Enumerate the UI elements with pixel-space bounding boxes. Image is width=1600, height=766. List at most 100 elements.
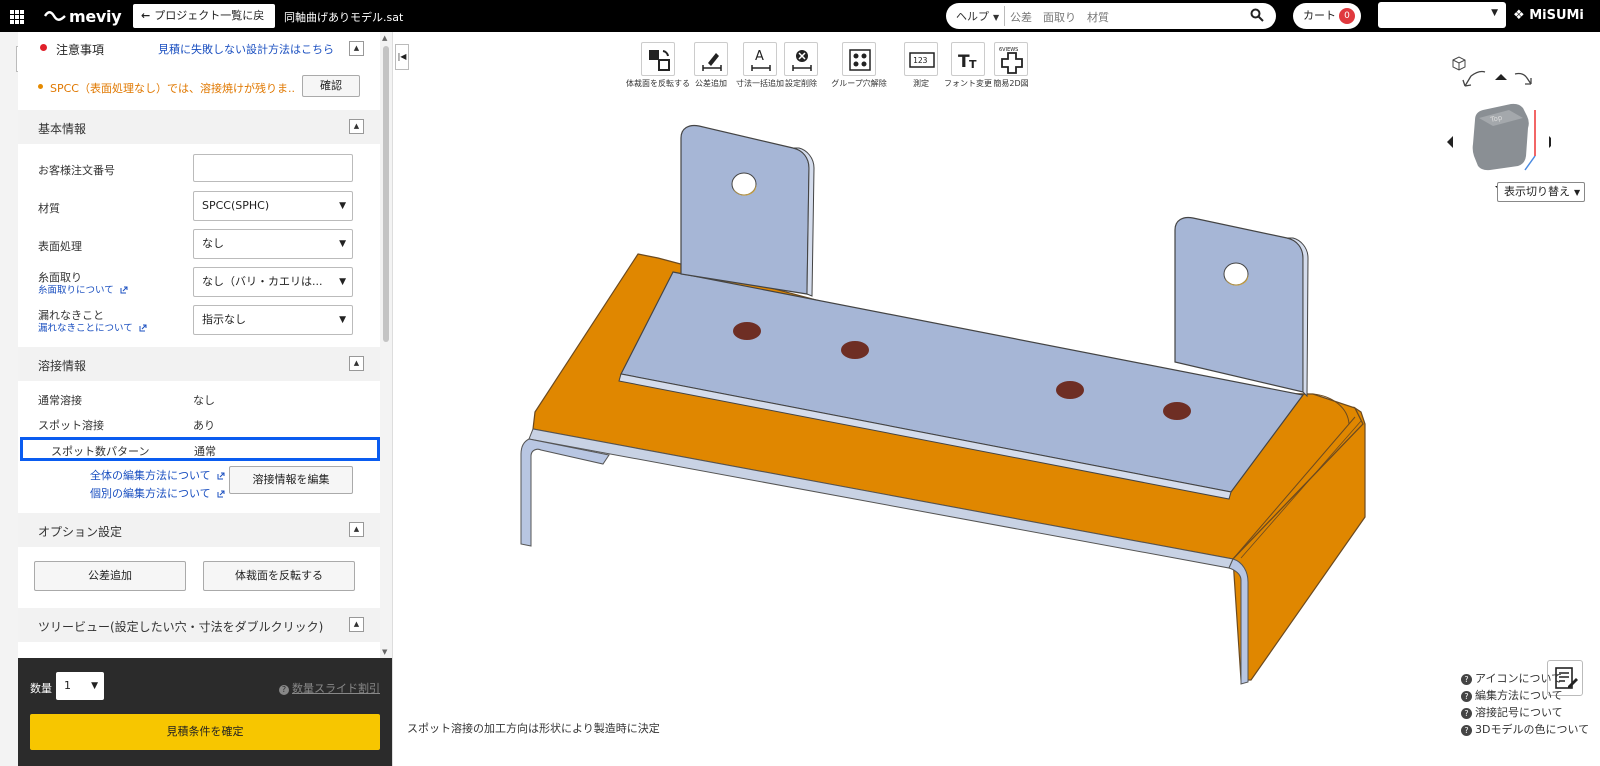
spot-weld-mark[interactable] (1056, 381, 1084, 399)
tool-font[interactable]: T T フォント変更 (941, 42, 995, 89)
chevron-down-icon: ▼ (1574, 188, 1581, 197)
panel-scrollbar[interactable]: ▲ ▼ (381, 32, 391, 658)
help-link-model-colors[interactable]: ? 3Dモデルの色について (1461, 721, 1589, 738)
chevron-down-icon: ▼ (339, 239, 346, 249)
chevron-down-icon: ▼ (993, 13, 1000, 22)
spot-weld-mark[interactable] (733, 322, 761, 340)
order-no-input[interactable] (193, 154, 353, 182)
tool-flip-face[interactable]: 体裁面を反転する (623, 42, 693, 89)
flip-face-icon (649, 50, 670, 71)
collapse-panel-icon[interactable]: |◀ (395, 44, 409, 70)
basic-info-header[interactable]: 基本情報 ▲ (18, 110, 380, 144)
flip-face-button[interactable]: 体裁面を反転する (203, 561, 355, 591)
spot-weld-mark[interactable] (1163, 402, 1191, 420)
thread-link-text: 糸面取りについて (38, 285, 114, 296)
help-label: ヘルプ (956, 10, 989, 23)
weld-warning-text: SPCC（表面処理なし）では、溶接焼けが残りま... (50, 82, 295, 95)
thread-select[interactable]: なし（バリ・カエリは... ▼ (193, 267, 353, 297)
arrow-left-icon[interactable] (1447, 136, 1453, 148)
collapse-icon[interactable]: ▲ (349, 522, 364, 537)
spot-pattern-value: 通常 (194, 445, 216, 458)
scroll-up-icon[interactable]: ▲ (382, 34, 387, 42)
weld-info-title: 溶接情報 (38, 359, 87, 373)
tool-hole-group[interactable]: グループ穴解除 (829, 42, 889, 89)
help-icon: ? (1461, 674, 1472, 685)
quantity-select[interactable]: 1 ▼ (56, 672, 104, 700)
cart-button[interactable]: カート 0 (1293, 3, 1361, 29)
collapse-icon[interactable]: ▲ (349, 119, 364, 134)
3d-viewer[interactable]: |◀ 体裁面を反転する 公差追加 A 寸法一括追加 設定削除 グループ穴解除 1… (392, 32, 1600, 766)
view-switch-dropdown[interactable]: 表示切り替え ▼ (1497, 182, 1585, 202)
left-bend-flange (520, 438, 610, 547)
collapse-icon[interactable]: ▲ (349, 356, 364, 371)
thread-info-link[interactable]: 糸面取りについて (38, 282, 128, 296)
scroll-thumb[interactable] (383, 46, 389, 342)
alert-dot-icon (40, 44, 47, 51)
warning-dot-icon (38, 84, 43, 89)
arrow-up-icon[interactable] (1495, 74, 1507, 80)
tree-view-title: ツリービュー(設定したい穴・寸法をダブルクリック) (38, 620, 324, 634)
search-icon[interactable] (1250, 8, 1264, 22)
cube-faces[interactable]: Top (1472, 103, 1529, 171)
help-links: ? アイコンについて ? 編集方法について ? 溶接記号について ? 3Dモデルの色につ… (1461, 670, 1589, 738)
3d-model[interactable] (513, 112, 1393, 722)
app-grid-icon[interactable] (10, 10, 24, 24)
rotate-left-icon[interactable] (1462, 70, 1486, 87)
surface-label: 表面処理 (38, 240, 82, 253)
edit-each-link[interactable]: 個別の編集方法について (90, 485, 225, 501)
scroll-down-icon[interactable]: ▼ (382, 648, 387, 656)
notice-header: 注意事項 見積に失敗しない設計方法はこちら ▲ (18, 32, 380, 66)
help-link-icons[interactable]: ? アイコンについて (1461, 670, 1589, 687)
tree-view-header[interactable]: ツリービュー(設定したい穴・寸法をダブルクリック) ▲ (18, 608, 380, 642)
tool-label: 公差追加 (695, 79, 727, 88)
meviy-logo[interactable]: meviy (44, 7, 122, 26)
search-input[interactable]: 公差 面取り 材質 (1010, 9, 1109, 25)
confirm-quote-button[interactable]: 見積条件を確定 (30, 714, 380, 750)
spot-weld-mark[interactable] (841, 341, 869, 359)
edit-each-text: 個別の編集方法について (90, 487, 211, 500)
add-tolerance-button[interactable]: 公差追加 (34, 561, 186, 591)
confirm-warning-button[interactable]: 確認 (302, 75, 360, 97)
collapse-icon[interactable]: ▲ (349, 41, 364, 56)
material-value: SPCC(SPHC) (202, 199, 270, 212)
arrow-right-icon[interactable] (1549, 136, 1551, 148)
brand-text: MiSUMi (1529, 8, 1584, 23)
tool-simple-2d[interactable]: 6VIEWS 簡易2D図 (993, 42, 1029, 89)
edit-weld-button[interactable]: 溶接情報を編集 (229, 466, 353, 494)
help-dropdown[interactable]: ヘルプ ▼ (956, 8, 999, 24)
rotate-right-icon[interactable] (1514, 72, 1532, 85)
options-header[interactable]: オプション設定 ▲ (18, 513, 380, 547)
top-bar: meviy ←プロジェクト一覧に戻る 同軸曲げありモデル.sat ヘルプ ▼ 公差… (0, 0, 1600, 46)
material-label: 材質 (38, 202, 60, 215)
leak-select[interactable]: 指示なし ▼ (193, 305, 353, 335)
account-dropdown[interactable]: ▼ (1378, 2, 1506, 28)
font-icon: T T (958, 52, 977, 72)
material-select[interactable]: SPCC(SPHC) ▼ (193, 191, 353, 221)
misumi-logo[interactable]: ❖ MiSUMi (1513, 8, 1584, 23)
edit-all-link[interactable]: 全体の編集方法について (90, 467, 225, 483)
slide-discount-link[interactable]: ? 数量スライド割引 (279, 680, 380, 696)
home-view-icon[interactable] (1452, 56, 1466, 71)
leak-info-link[interactable]: 漏れなきことについて (38, 320, 147, 334)
spot-pattern-row[interactable]: スポット数パターン 通常 (20, 437, 380, 461)
notice-title: 注意事項 (56, 43, 105, 57)
help-link-weld-symbols[interactable]: ? 溶接記号について (1461, 704, 1589, 721)
tool-dimension[interactable]: A 寸法一括追加 (735, 42, 785, 89)
misumi-mark-icon: ❖ (1513, 8, 1525, 23)
help-icon: ? (279, 685, 289, 695)
tool-label: 設定削除 (785, 79, 817, 88)
collapse-icon[interactable]: ▲ (349, 617, 364, 632)
tool-delete-setting[interactable]: 設定削除 (783, 42, 819, 89)
surface-select[interactable]: なし ▼ (193, 229, 353, 259)
tool-measure[interactable]: 123 測定 (903, 42, 939, 89)
delete-setting-icon (792, 50, 812, 71)
weld-info-header[interactable]: 溶接情報 ▲ (18, 347, 380, 381)
help-icon: ? (1461, 691, 1472, 702)
help-link-text: アイコンについて (1475, 672, 1563, 685)
back-to-projects-button[interactable]: ←プロジェクト一覧に戻る (133, 4, 275, 46)
help-link-editing[interactable]: ? 編集方法について (1461, 687, 1589, 704)
design-guide-link[interactable]: 見積に失敗しない設計方法はこちら (158, 41, 334, 57)
views-badge: 6VIEWS (999, 47, 1018, 53)
dimension-icon: A (751, 49, 771, 71)
tool-tolerance[interactable]: 公差追加 (693, 42, 729, 89)
